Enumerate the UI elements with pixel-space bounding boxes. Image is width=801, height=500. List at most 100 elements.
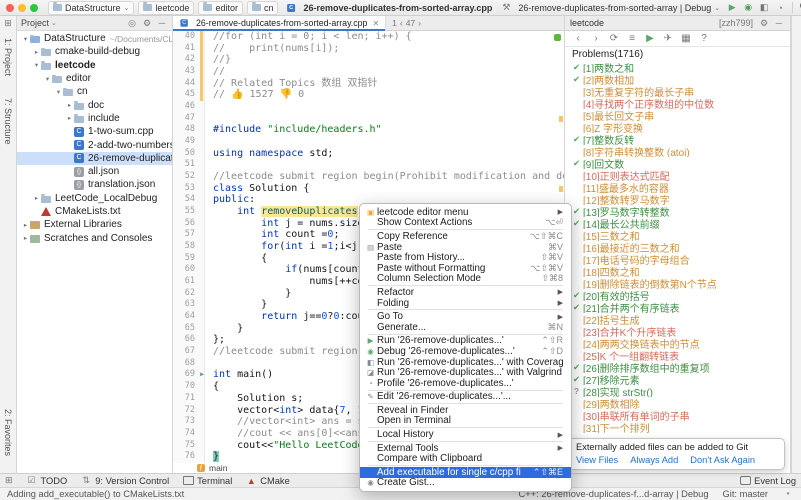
code-line[interactable]: 43// <box>173 66 564 78</box>
gutter[interactable]: 45 <box>173 89 205 101</box>
expand-closed-icon[interactable]: ▸ <box>21 221 30 229</box>
tree-item[interactable]: 2-add-two-numbers.cpp <box>17 138 172 151</box>
problem-item[interactable]: ✔[21]合并两个有序链表 <box>565 301 790 313</box>
gutter[interactable]: 56 <box>173 218 205 230</box>
gutter[interactable]: 47 <box>173 113 205 125</box>
breadcrumb-project[interactable]: DataStructure ⌄ <box>48 1 134 15</box>
gutter[interactable]: 49 <box>173 136 205 148</box>
code-line[interactable]: 52//leetcode submit region begin(Prohibi… <box>173 171 564 183</box>
expand-open-icon[interactable]: ▾ <box>32 61 41 69</box>
window-minimize-icon[interactable] <box>18 4 26 12</box>
expand-closed-icon[interactable]: ▸ <box>21 234 30 242</box>
submit-icon[interactable]: ✈ <box>662 33 674 45</box>
gutter[interactable]: 53 <box>173 183 205 195</box>
gutter[interactable]: 58 <box>173 241 205 253</box>
problem-item[interactable]: [15]三数之和 <box>565 229 790 241</box>
breadcrumb-function[interactable]: main <box>209 463 227 473</box>
tree-item[interactable]: ▸External Libraries <box>17 218 172 231</box>
problem-item[interactable]: [6]Z 字形变换 <box>565 121 790 133</box>
menu-item-folding[interactable]: Folding▶ <box>360 298 571 309</box>
menu-item-reveal-in-finder[interactable]: Reveal in Finder <box>360 405 571 416</box>
expand-open-icon[interactable]: ▾ <box>54 88 63 96</box>
gutter[interactable]: 54 <box>173 194 205 206</box>
gutter[interactable]: 64 <box>173 311 205 323</box>
problem-item[interactable]: [17]电话号码的字母组合 <box>565 253 790 265</box>
gutter[interactable]: 66 <box>173 334 205 346</box>
gutter[interactable]: 57 <box>173 229 205 241</box>
gutter[interactable]: 63 <box>173 299 205 311</box>
debug-icon[interactable]: ◉ <box>742 2 754 14</box>
menu-item-go-to[interactable]: Go To▶ <box>360 311 571 322</box>
tree-item[interactable]: all.json <box>17 165 172 178</box>
menu-item-column-selection-mode[interactable]: Column Selection Mode⇧⌘8 <box>360 274 571 285</box>
tree-item[interactable]: ▸cmake-build-debug <box>17 45 172 58</box>
run-code-icon[interactable]: ▶ <box>644 33 656 45</box>
gutter[interactable]: 73 <box>173 416 205 428</box>
gutter[interactable]: 68 <box>173 358 205 370</box>
gutter[interactable]: 51 <box>173 159 205 171</box>
problem-item[interactable]: [12]整数转罗马数字 <box>565 193 790 205</box>
tool-window-button-structure[interactable]: 7: Structure <box>3 98 13 145</box>
gutter[interactable]: 52 <box>173 171 205 183</box>
menu-item-refactor[interactable]: Refactor▶ <box>360 287 571 298</box>
breadcrumb-item[interactable]: editor <box>198 1 243 15</box>
problem-item[interactable]: ✔[13]罗马数字转整数 <box>565 205 790 217</box>
problem-item[interactable]: ✔[14]最长公共前缀 <box>565 217 790 229</box>
problem-item[interactable]: [10]正则表达式匹配 <box>565 169 790 181</box>
gutter[interactable]: 67 <box>173 346 205 358</box>
gutter[interactable]: 61 <box>173 276 205 288</box>
gutter[interactable]: 70 <box>173 381 205 393</box>
problem-item[interactable]: ✔[2]两数相加 <box>565 73 790 85</box>
hide-icon[interactable]: ─ <box>773 17 785 29</box>
menu-item-open-in-terminal[interactable]: Open in Terminal <box>360 416 571 427</box>
tree-item[interactable]: translation.json <box>17 178 172 191</box>
bell-icon[interactable]: ● <box>782 488 794 500</box>
hammer-icon[interactable]: ⚒ <box>500 2 512 14</box>
tree-item[interactable]: 1-two-sum.cpp <box>17 125 172 138</box>
tree-item[interactable]: CMakeLists.txt <box>17 205 172 218</box>
refresh-icon[interactable]: ⟳ <box>608 33 620 45</box>
problem-item[interactable]: [3]无重复字符的最长子串 <box>565 85 790 97</box>
profile-icon[interactable]: ◔ <box>774 2 786 14</box>
inspections-ok-icon[interactable] <box>554 34 561 41</box>
run-line-icon[interactable]: ▶ <box>200 370 204 379</box>
gutter[interactable]: 55 <box>173 206 205 218</box>
gutter[interactable]: 65 <box>173 323 205 335</box>
gutter[interactable]: 75 <box>173 440 205 452</box>
code-line[interactable]: 53class Solution { <box>173 183 564 195</box>
menu-item-copy-reference[interactable]: Copy Reference⌥⇧⌘C <box>360 231 571 242</box>
tool-window-button-todo[interactable]: ☑TODO <box>26 475 68 487</box>
menu-item-run-26-remove-duplicates-with-va[interactable]: ◪Run '26-remove-duplicates...' with Valg… <box>360 367 571 378</box>
settings-icon[interactable]: ⚙ <box>758 17 770 29</box>
hide-icon[interactable]: ─ <box>156 17 168 29</box>
expand-closed-icon[interactable]: ▸ <box>65 101 74 109</box>
breadcrumb-item[interactable]: leetcode <box>138 1 194 15</box>
nav-back-icon[interactable]: ‹ <box>572 33 584 45</box>
tool-window-button-event-log[interactable]: Event Log <box>739 475 796 487</box>
expand-open-icon[interactable]: ▾ <box>21 35 30 43</box>
gutter[interactable]: 76 <box>173 451 205 463</box>
tree-item[interactable]: ▸include <box>17 112 172 125</box>
problem-item[interactable]: [30]串联所有单词的子串 <box>565 409 790 421</box>
gutter[interactable]: 50 <box>173 148 205 160</box>
problem-item[interactable]: ✔[26]删除排序数组中的重复项 <box>565 361 790 373</box>
code-line[interactable]: 40//for (int i = 0; i < len; i++) { <box>173 31 564 43</box>
problem-item[interactable]: [4]寻找两个正序数组的中位数 <box>565 97 790 109</box>
problem-item[interactable]: [22]括号生成 <box>565 313 790 325</box>
menu-item-add-executable-for-single-c-cpp-[interactable]: Add executable for single c/cpp file⌃⇧⌘E <box>360 467 571 478</box>
notification-action-view-files[interactable]: View Files <box>576 455 618 465</box>
run-config-selector[interactable]: 26-remove-duplicates-from-sorted-array |… <box>518 3 720 13</box>
problem-item[interactable]: [11]盛最多水的容器 <box>565 181 790 193</box>
gutter[interactable]: 74 <box>173 428 205 440</box>
list-icon[interactable]: ≡ <box>626 33 638 45</box>
tool-window-button-terminal[interactable]: Terminal <box>182 475 232 487</box>
breadcrumb-file[interactable]: 26-remove-duplicates-from-sorted-array.c… <box>282 2 496 14</box>
code-line[interactable]: 45// 👍 1527 👎 0 <box>173 89 564 101</box>
tree-item[interactable]: 26-remove-duplicates-fro <box>17 152 172 165</box>
expand-open-icon[interactable]: ▾ <box>43 75 52 83</box>
tree-item[interactable]: ▾DataStructure~/Documents/CLionProj <box>17 32 172 45</box>
problem-item[interactable]: [24]两两交换链表中的节点 <box>565 337 790 349</box>
coverage-icon[interactable]: ◧ <box>758 2 770 14</box>
tool-window-switcher-icon[interactable]: ⊞ <box>0 18 16 29</box>
expand-closed-icon[interactable]: ▸ <box>32 194 41 202</box>
